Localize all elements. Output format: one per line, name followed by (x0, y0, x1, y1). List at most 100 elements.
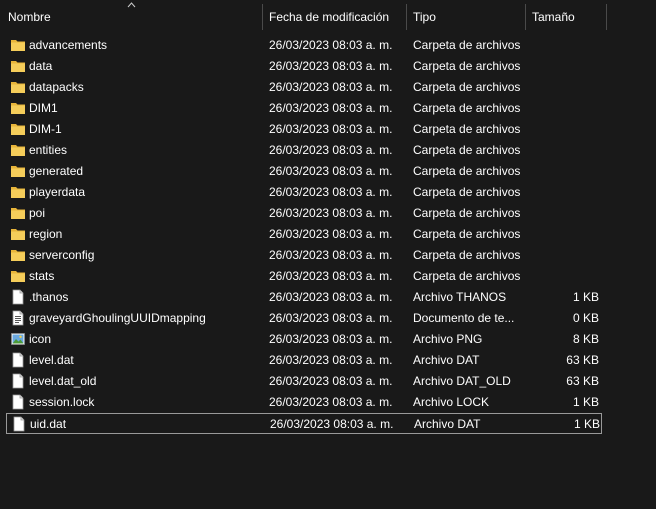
file-size: 8 KB (572, 332, 599, 346)
file-name: DIM1 (29, 101, 58, 115)
file-modified-date: 26/03/2023 08:03 a. m. (269, 290, 393, 304)
file-row[interactable]: DIM-1 26/03/2023 08:03 a. m. Carpeta de ar… (6, 119, 602, 140)
text-document-icon (12, 310, 24, 326)
file-name: level.dat_old (29, 374, 97, 388)
column-header-type[interactable]: Tipo (407, 4, 525, 30)
file-row[interactable]: DIM1 26/03/2023 08:03 a. m. Carpeta de arc… (6, 98, 602, 119)
file-row[interactable]: session.lock 26/03/2023 08:03 a. m. Archiv… (6, 392, 602, 413)
file-row[interactable]: stats 26/03/2023 08:03 a. m. Carpeta de ar… (6, 266, 602, 287)
file-name: DIM-1 (29, 122, 62, 136)
file-modified-date: 26/03/2023 08:03 a. m. (269, 206, 393, 220)
file-icon (12, 373, 24, 389)
file-name: graveyardGhoulingUUIDmapping (29, 311, 206, 325)
file-size: 63 KB (566, 353, 599, 367)
folder-icon (11, 208, 25, 219)
file-icon (12, 289, 24, 305)
file-type: Archivo THANOS (413, 290, 507, 304)
file-modified-date: 26/03/2023 08:03 a. m. (269, 311, 393, 325)
file-row[interactable]: uid.dat 26/03/2023 08:03 a. m. Archivo DAT… (6, 413, 602, 434)
file-modified-date: 26/03/2023 08:03 a. m. (269, 38, 393, 52)
folder-icon (11, 145, 25, 156)
file-row[interactable]: graveyardGhoulingUUIDmapping 26/03/2023 0… (6, 308, 602, 329)
folder-icon (11, 61, 25, 72)
file-size (526, 119, 599, 140)
folder-icon (11, 124, 25, 135)
file-size (526, 224, 599, 245)
file-type: Archivo DAT (413, 353, 480, 367)
file-type: Archivo DAT (414, 417, 481, 431)
file-size (526, 182, 599, 203)
column-header-name[interactable]: Nombre (2, 4, 262, 30)
file-row[interactable]: serverconfig 26/03/2023 08:03 a. m. Carpet… (6, 245, 602, 266)
file-type: Carpeta de archivos (413, 164, 521, 178)
file-name: entities (29, 143, 68, 157)
file-modified-date: 26/03/2023 08:03 a. m. (269, 353, 393, 367)
file-modified-date: 26/03/2023 08:03 a. m. (269, 80, 393, 94)
file-size (526, 203, 599, 224)
file-name: region (29, 227, 63, 241)
file-size (526, 245, 599, 266)
file-modified-date: 26/03/2023 08:03 a. m. (269, 395, 393, 409)
folder-icon (11, 166, 25, 177)
file-row[interactable]: generated 26/03/2023 08:03 a. m. Carpeta d… (6, 161, 602, 182)
folder-icon (11, 187, 25, 198)
file-name: playerdata (29, 185, 86, 199)
file-size: 0 KB (572, 311, 599, 325)
file-row[interactable]: entities 26/03/2023 08:03 a. m. Carpeta de… (6, 140, 602, 161)
file-type: Carpeta de archivos (413, 59, 521, 73)
file-modified-date: 26/03/2023 08:03 a. m. (269, 101, 393, 115)
file-row[interactable]: level.dat_old 26/03/2023 08:03 a. m. Archi… (6, 371, 602, 392)
file-type: Carpeta de archivos (413, 206, 521, 220)
image-file-icon (11, 333, 25, 345)
column-header-size[interactable]: Tamaño (526, 4, 606, 30)
file-explorer-list-view: Nombre Fecha de modificación Tipo Tamaño… (0, 0, 656, 509)
file-row[interactable]: advancements 26/03/2023 08:03 a. m. Carpet… (6, 35, 602, 56)
file-size (526, 77, 599, 98)
file-type: Documento de te... (413, 311, 515, 325)
file-row[interactable]: data 26/03/2023 08:03 a. m. Carpeta de arc… (6, 56, 602, 77)
file-type: Carpeta de archivos (413, 80, 521, 94)
column-header-date[interactable]: Fecha de modificación (263, 4, 406, 30)
file-modified-date: 26/03/2023 08:03 a. m. (269, 185, 393, 199)
file-row[interactable]: poi 26/03/2023 08:03 a. m. Carpeta de arch… (6, 203, 602, 224)
file-type: Archivo DAT_OLD (413, 374, 511, 388)
column-header-bar: Nombre Fecha de modificación Tipo Tamaño (0, 2, 656, 30)
file-modified-date: 26/03/2023 08:03 a. m. (269, 59, 393, 73)
file-icon (12, 352, 24, 368)
folder-icon (11, 250, 25, 261)
file-modified-date: 26/03/2023 08:03 a. m. (269, 122, 393, 136)
file-type: Carpeta de archivos (413, 227, 521, 241)
file-type: Carpeta de archivos (413, 122, 521, 136)
file-size (526, 266, 599, 287)
file-size: 1 KB (573, 417, 600, 431)
file-modified-date: 26/03/2023 08:03 a. m. (269, 143, 393, 157)
file-row[interactable]: region 26/03/2023 08:03 a. m. Carpeta de a… (6, 224, 602, 245)
file-modified-date: 26/03/2023 08:03 a. m. (269, 164, 393, 178)
file-type: Carpeta de archivos (413, 101, 521, 115)
file-modified-date: 26/03/2023 08:03 a. m. (269, 332, 393, 346)
file-name: icon (29, 332, 52, 346)
file-size (526, 161, 599, 182)
file-row[interactable]: icon 26/03/2023 08:03 a. m. Archivo PNG 8 K… (6, 329, 602, 350)
file-type: Carpeta de archivos (413, 38, 521, 52)
file-type: Archivo PNG (413, 332, 483, 346)
file-row[interactable]: datapacks 26/03/2023 08:03 a. m. Carpeta d… (6, 77, 602, 98)
folder-icon (11, 271, 25, 282)
column-divider[interactable] (606, 4, 607, 30)
file-size: 63 KB (566, 374, 599, 388)
file-size (526, 56, 599, 77)
file-name: datapacks (29, 80, 84, 94)
file-name: data (29, 59, 53, 73)
file-size: 1 KB (572, 395, 599, 409)
folder-icon (11, 40, 25, 51)
file-icon (13, 416, 25, 432)
file-row[interactable]: playerdata 26/03/2023 08:03 a. m. Carpeta … (6, 182, 602, 203)
file-name: level.dat (29, 353, 74, 367)
folder-icon (11, 229, 25, 240)
file-name: uid.dat (30, 417, 67, 431)
file-modified-date: 26/03/2023 08:03 a. m. (269, 374, 393, 388)
file-modified-date: 26/03/2023 08:03 a. m. (269, 227, 393, 241)
file-row[interactable]: .thanos 26/03/2023 08:03 a. m. Archivo THA… (6, 287, 602, 308)
file-modified-date: 26/03/2023 08:03 a. m. (269, 248, 393, 262)
file-row[interactable]: level.dat 26/03/2023 08:03 a. m. Archivo D… (6, 350, 602, 371)
